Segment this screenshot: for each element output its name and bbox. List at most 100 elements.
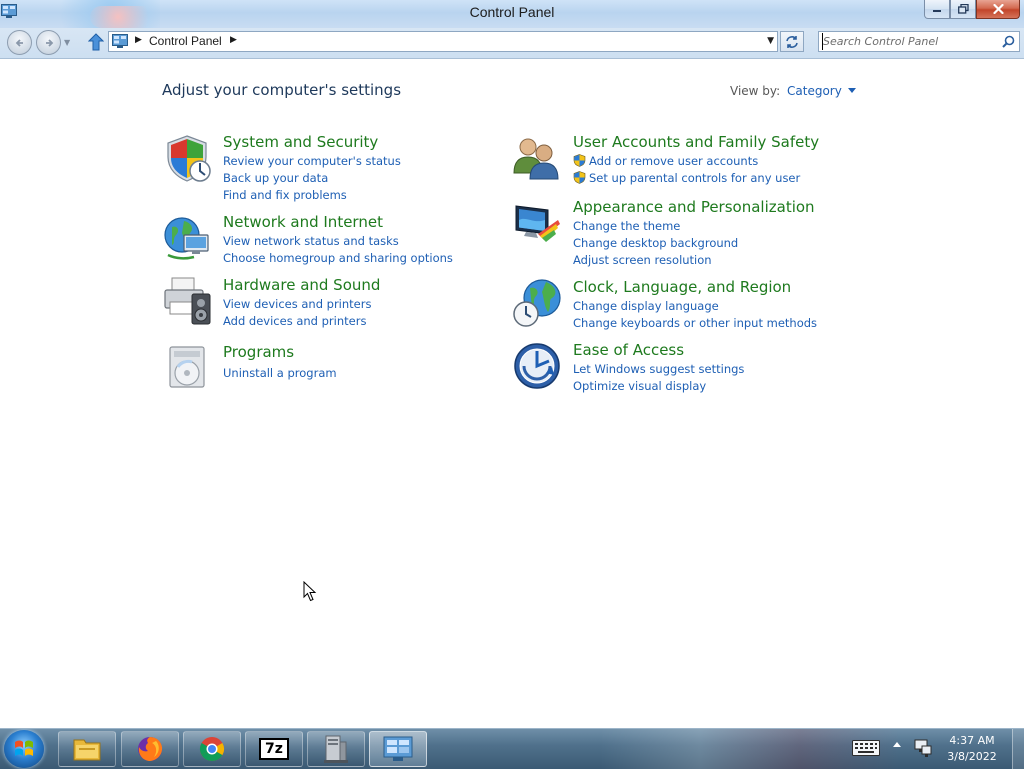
breadcrumb-separator-icon[interactable]: ▶: [230, 35, 237, 45]
category-links: Let Windows suggest settings Optimize vi…: [573, 361, 744, 395]
show-desktop-button[interactable]: [1012, 729, 1024, 769]
link-change-keyboards[interactable]: Change keyboards or other input methods: [573, 315, 817, 332]
show-hidden-icons-icon[interactable]: [893, 742, 901, 747]
category-links: Change display language Change keyboards…: [573, 298, 817, 332]
navigation-bar: ▼ ▶ Control Panel ▶ ▼: [0, 28, 1024, 59]
link-view-network-status[interactable]: View network status and tasks: [223, 233, 453, 250]
link-add-devices-and-printers[interactable]: Add devices and printers: [223, 313, 371, 330]
link-label[interactable]: Set up parental controls for any user: [589, 171, 800, 185]
category-links: Add or remove user accounts Set up paren…: [573, 153, 800, 187]
window-titlebar[interactable]: Control Panel: [0, 0, 1024, 28]
clock-time: 4:37 AM: [949, 734, 995, 747]
link-change-display-language[interactable]: Change display language: [573, 298, 817, 315]
address-history-dropdown[interactable]: ▼: [767, 36, 774, 46]
control-panel-icon: [112, 34, 128, 48]
monitor-palette-icon[interactable]: [512, 198, 562, 248]
back-arrow-icon: [15, 38, 23, 47]
globe-clock-icon[interactable]: [512, 278, 562, 328]
category-links: Uninstall a program: [223, 365, 337, 382]
uac-shield-icon: [573, 154, 586, 167]
refresh-icon: [786, 35, 798, 48]
search-input[interactable]: [822, 33, 995, 50]
link-label[interactable]: Add or remove user accounts: [589, 154, 758, 168]
link-find-and-fix-problems[interactable]: Find and fix problems: [223, 187, 401, 204]
ease-of-access-icon[interactable]: [512, 341, 562, 391]
category-title-programs[interactable]: Programs: [223, 343, 294, 361]
breadcrumb-control-panel[interactable]: Control Panel: [149, 34, 222, 48]
link-uninstall-a-program[interactable]: Uninstall a program: [223, 365, 337, 382]
restore-button[interactable]: [950, 0, 976, 19]
page-title: Adjust your computer's settings: [162, 81, 402, 99]
search-icon[interactable]: [1002, 35, 1015, 48]
taskbar-7zip[interactable]: 7z: [245, 731, 303, 767]
taskbar-control-panel[interactable]: [369, 731, 427, 767]
category-links: Change the theme Change desktop backgrou…: [573, 218, 738, 269]
taskbar-server-manager[interactable]: [307, 731, 365, 767]
forward-arrow-icon: [45, 38, 53, 47]
restore-icon: [957, 4, 969, 14]
close-icon: [992, 4, 1004, 14]
keyboard-icon[interactable]: [852, 740, 880, 756]
mouse-pointer-icon: [303, 581, 317, 602]
category-links: View network status and tasks Choose hom…: [223, 233, 453, 267]
address-bar[interactable]: ▶ Control Panel ▶ ▼: [108, 31, 778, 52]
minimize-icon: [933, 10, 941, 12]
recent-pages-dropdown[interactable]: ▼: [64, 38, 70, 47]
back-button[interactable]: [7, 30, 32, 55]
forward-button[interactable]: [36, 30, 61, 55]
start-button[interactable]: [4, 730, 44, 768]
programs-disc-icon[interactable]: [162, 343, 212, 393]
printer-speaker-icon[interactable]: [162, 276, 212, 326]
window-controls: [924, 0, 1020, 20]
link-change-the-theme[interactable]: Change the theme: [573, 218, 738, 235]
view-by-label: View by:: [730, 84, 781, 98]
clock-date: 3/8/2022: [947, 750, 997, 763]
link-set-up-parental-controls[interactable]: Set up parental controls for any user: [573, 170, 800, 187]
taskbar-firefox[interactable]: [121, 731, 179, 767]
users-icon[interactable]: [512, 133, 562, 183]
up-button[interactable]: [86, 32, 106, 52]
system-clock[interactable]: 4:37 AM 3/8/2022: [940, 733, 1004, 765]
chrome-icon: [199, 737, 225, 762]
category-links: View devices and printers Add devices an…: [223, 296, 371, 330]
link-back-up-data[interactable]: Back up your data: [223, 170, 401, 187]
link-let-windows-suggest-settings[interactable]: Let Windows suggest settings: [573, 361, 744, 378]
minimize-button[interactable]: [924, 0, 950, 19]
window-title: Control Panel: [469, 4, 555, 20]
7zip-icon: 7z: [259, 738, 289, 760]
category-title-system-and-security[interactable]: System and Security: [223, 133, 378, 151]
shield-icon[interactable]: [162, 133, 212, 183]
search-box[interactable]: [818, 31, 1020, 52]
link-add-remove-user-accounts[interactable]: Add or remove user accounts: [573, 153, 800, 170]
breadcrumb-separator-icon[interactable]: ▶: [135, 35, 142, 45]
chevron-down-icon[interactable]: [847, 88, 856, 93]
firefox-icon: [138, 737, 163, 761]
category-title-clock-language[interactable]: Clock, Language, and Region: [573, 278, 791, 296]
close-button[interactable]: [976, 0, 1020, 19]
control-panel-icon: [383, 736, 413, 761]
link-choose-homegroup-options[interactable]: Choose homegroup and sharing options: [223, 250, 453, 267]
link-adjust-screen-resolution[interactable]: Adjust screen resolution: [573, 252, 738, 269]
category-title-user-accounts[interactable]: User Accounts and Family Safety: [573, 133, 819, 151]
category-title-ease-of-access[interactable]: Ease of Access: [573, 341, 684, 359]
refresh-button[interactable]: [780, 31, 804, 52]
link-review-computer-status[interactable]: Review your computer's status: [223, 153, 401, 170]
up-arrow-icon: [88, 33, 104, 51]
link-view-devices-and-printers[interactable]: View devices and printers: [223, 296, 371, 313]
uac-shield-icon: [573, 171, 586, 184]
taskbar-chrome[interactable]: [183, 731, 241, 767]
link-change-desktop-background[interactable]: Change desktop background: [573, 235, 738, 252]
windows-start-icon: [15, 740, 33, 756]
category-title-appearance[interactable]: Appearance and Personalization: [573, 198, 815, 216]
server-manager-icon: [324, 735, 348, 763]
network-icon[interactable]: [913, 738, 933, 758]
view-by-value[interactable]: Category: [787, 84, 842, 98]
link-optimize-visual-display[interactable]: Optimize visual display: [573, 378, 744, 395]
category-title-network-and-internet[interactable]: Network and Internet: [223, 213, 383, 231]
taskbar-file-explorer[interactable]: [58, 731, 116, 767]
category-title-hardware-and-sound[interactable]: Hardware and Sound: [223, 276, 380, 294]
network-globe-icon[interactable]: [162, 213, 212, 263]
control-panel-content: Adjust your computer's settings View by:…: [0, 59, 1024, 728]
file-explorer-icon: [73, 739, 101, 761]
view-by-dropdown[interactable]: Category: [787, 84, 856, 98]
